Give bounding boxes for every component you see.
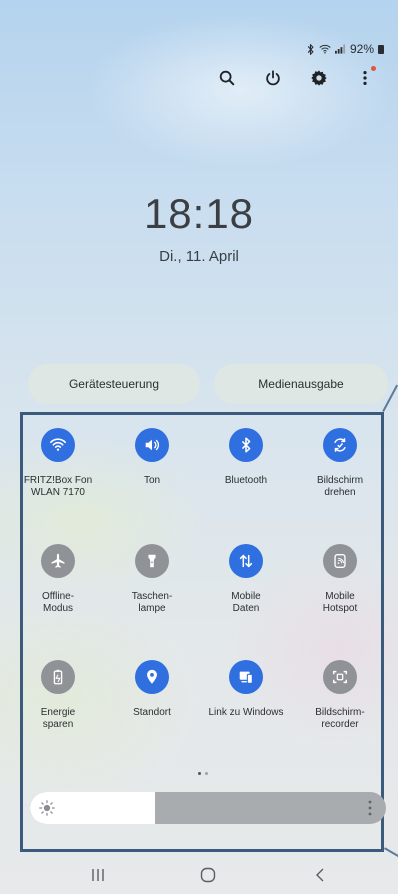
tile-hotspot[interactable]: Mobile Hotspot bbox=[294, 544, 386, 615]
back-button[interactable] bbox=[308, 866, 332, 884]
link-to-windows-icon bbox=[229, 660, 263, 694]
tile-label: Taschen- lampe bbox=[131, 591, 173, 614]
settings-button[interactable] bbox=[296, 66, 342, 90]
wifi-icon bbox=[41, 428, 75, 462]
airplane-icon bbox=[41, 544, 75, 578]
recent-apps-icon bbox=[92, 869, 104, 881]
page-dot bbox=[205, 772, 208, 775]
power-icon bbox=[266, 70, 280, 86]
tile-location[interactable]: Standort bbox=[106, 660, 198, 719]
location-icon bbox=[135, 660, 169, 694]
wifi-icon bbox=[319, 44, 331, 54]
quick-panel-toolbar bbox=[204, 66, 388, 90]
clock-time: 18:18 bbox=[143, 190, 255, 237]
tile-bluetooth[interactable]: Bluetooth bbox=[200, 428, 292, 487]
auto-rotate-icon bbox=[323, 428, 357, 462]
flashlight-icon bbox=[135, 544, 169, 578]
tile-label: Bildschirm- recorder bbox=[315, 707, 365, 730]
page-dot-active bbox=[198, 772, 201, 775]
more-options-button[interactable] bbox=[342, 66, 388, 90]
battery-saver-icon bbox=[41, 660, 75, 694]
tile-mobile-data[interactable]: Mobile Daten bbox=[200, 544, 292, 615]
search-icon bbox=[219, 70, 235, 86]
tile-airplane[interactable]: Offline- Modus bbox=[12, 544, 104, 615]
tile-label: Link zu Windows bbox=[208, 707, 284, 718]
tile-label: FRITZ!Box Fon WLAN 7170 bbox=[23, 475, 93, 498]
tile-wifi[interactable]: FRITZ!Box Fon WLAN 7170 bbox=[12, 428, 104, 499]
sound-icon bbox=[135, 428, 169, 462]
battery-percent: 92% bbox=[349, 42, 374, 56]
device-control-button[interactable]: Gerätesteuerung bbox=[28, 364, 200, 404]
navigation-bar bbox=[0, 856, 398, 894]
battery-icon bbox=[378, 44, 384, 54]
recent-apps-button[interactable] bbox=[86, 866, 110, 884]
tile-sound[interactable]: Ton bbox=[106, 428, 198, 487]
signal-icon bbox=[334, 44, 346, 54]
tile-link-to-windows[interactable]: Link zu Windows bbox=[200, 660, 292, 719]
tile-flashlight[interactable]: Taschen- lampe bbox=[106, 544, 198, 615]
tile-label: Bluetooth bbox=[224, 475, 268, 486]
bluetooth-icon bbox=[229, 428, 263, 462]
sun-icon bbox=[39, 800, 55, 816]
tile-screen-recorder[interactable]: Bildschirm- recorder bbox=[294, 660, 386, 731]
tile-label: Standort bbox=[133, 707, 171, 718]
screen-recorder-icon bbox=[323, 660, 357, 694]
tile-battery-saver[interactable]: Energie sparen bbox=[12, 660, 104, 731]
tile-label: Offline- Modus bbox=[41, 591, 75, 614]
gear-icon bbox=[311, 70, 327, 86]
power-button[interactable] bbox=[250, 66, 296, 90]
tile-label: Ton bbox=[143, 475, 161, 486]
page-indicator bbox=[198, 772, 208, 775]
media-output-button[interactable]: Medienausgabe bbox=[214, 364, 388, 404]
notification-badge bbox=[371, 66, 376, 71]
back-icon bbox=[316, 868, 324, 882]
tile-label: Mobile Daten bbox=[231, 591, 261, 614]
tile-label: Mobile Hotspot bbox=[322, 591, 358, 614]
home-button[interactable] bbox=[196, 866, 220, 884]
clock-date: Di., 11. April bbox=[159, 248, 239, 265]
bluetooth-icon bbox=[307, 43, 314, 55]
mobile-data-icon bbox=[229, 544, 263, 578]
tile-auto-rotate[interactable]: Bildschirm drehen bbox=[294, 428, 386, 499]
status-bar: 92% bbox=[306, 42, 384, 56]
more-vertical-icon bbox=[363, 70, 367, 86]
home-icon bbox=[200, 867, 216, 883]
brightness-more-icon[interactable] bbox=[368, 800, 372, 816]
brightness-slider[interactable] bbox=[30, 792, 386, 824]
tile-label: Energie sparen bbox=[40, 707, 76, 730]
hotspot-icon bbox=[323, 544, 357, 578]
tile-label: Bildschirm drehen bbox=[316, 475, 364, 498]
search-button[interactable] bbox=[204, 66, 250, 90]
